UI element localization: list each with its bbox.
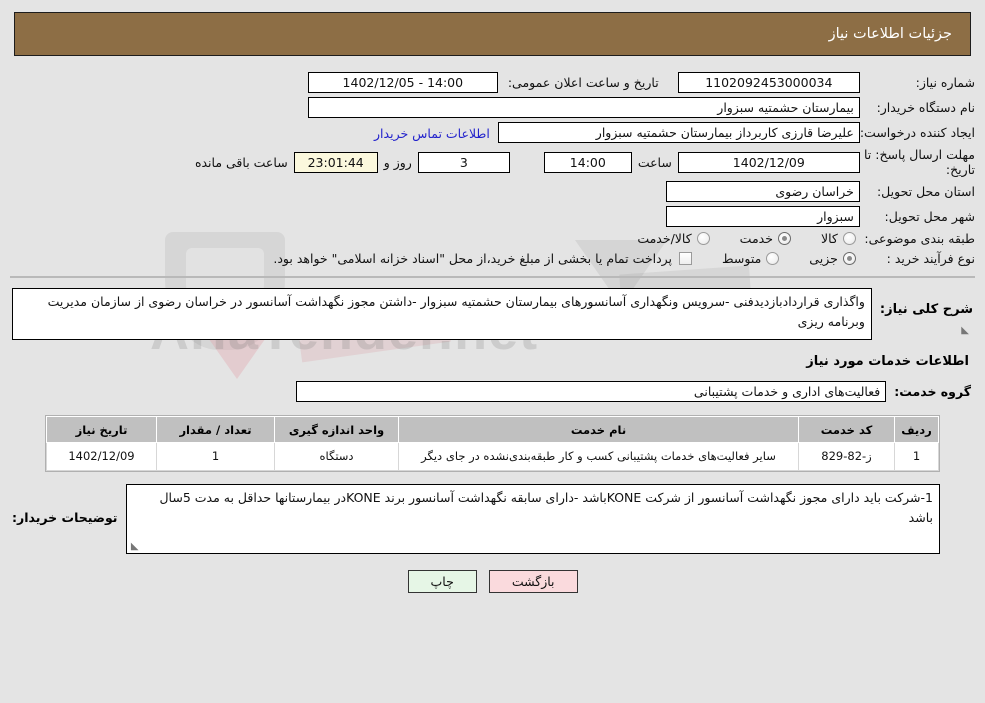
process-option-label-0: جزیی (809, 250, 838, 266)
need-number-label: شماره نیاز: (915, 74, 975, 90)
page-title: جزئیات اطلاعات نیاز (828, 26, 952, 42)
cell-need-date: 1402/12/09 (46, 442, 157, 471)
general-description-textarea[interactable]: واگذاری قراردادبازدیدفنی -سرویس ونگهداری… (12, 288, 872, 340)
buyer-notes-textarea[interactable]: 1-شرکت باید دارای مجوز نگهداشت آسانسور ا… (125, 483, 940, 554)
items-table-header-row: ردیف کد خدمت نام خدمت واحد اندازه گیری ت… (46, 416, 939, 443)
checkbox-icon[interactable] (679, 251, 693, 265)
column-header-name: نام خدمت (398, 416, 799, 443)
deadline-label-line2: تاریخ: (945, 162, 975, 177)
deadline-label: مهلت ارسال پاسخ: تا تاریخ: (860, 145, 975, 179)
process-label: نوع فرآیند خرید : (886, 250, 975, 266)
buyer-org-label: نام دستگاه خریدار: (876, 99, 975, 115)
items-table: ردیف کد خدمت نام خدمت واحد اندازه گیری ت… (46, 416, 939, 471)
process-radio-jozee[interactable]: جزیی (809, 251, 856, 266)
category-option-label-2: کالا/خدمت (637, 231, 692, 247)
form-row-need-number: شماره نیاز: 1102092453000034 تاریخ و ساع… (10, 70, 975, 95)
page-root: AriaTender.net جزئیات اطلاعات نیاز شماره… (0, 0, 985, 703)
column-header-code: کد خدمت (798, 416, 895, 443)
announcement-label: تاریخ و ساعت اعلان عمومی: (507, 74, 659, 90)
radio-circle-selected-icon[interactable] (777, 232, 791, 246)
city-label: شهر محل تحویل: (884, 208, 975, 224)
action-button-bar: بازگشت چاپ (0, 569, 985, 593)
items-table-wrapper: ردیف کد خدمت نام خدمت واحد اندازه گیری ت… (45, 415, 940, 472)
buyer-notes-row: توضیحات خریدار: 1-شرکت باید دارای مجوز ن… (12, 483, 940, 554)
deadline-date-value: 1402/12/09 (677, 151, 860, 173)
form-row-city: شهر محل تحویل: سبزوار (10, 204, 975, 229)
treasury-bond-note: پرداخت تمام یا بخشی از مبلغ خرید،از محل … (273, 250, 673, 266)
back-button[interactable]: بازگشت (488, 569, 578, 593)
deadline-fields: 1402/12/09 ساعت 14:00 3 روز و 23:01:44 س… (10, 151, 860, 173)
process-option-label-1: متوسط (722, 250, 762, 266)
deadline-label-line1: مهلت ارسال پاسخ: تا (864, 147, 975, 162)
column-header-row: ردیف (894, 416, 939, 443)
cell-service-name: سایر فعالیت‌های خدمات پشتیبانی کسب و کار… (398, 442, 799, 471)
radio-circle-icon[interactable] (766, 251, 780, 265)
countdown-label: ساعت باقی مانده (194, 154, 288, 170)
treasury-bond-checkbox-row[interactable]: پرداخت تمام یا بخشی از مبلغ خرید،از محل … (273, 250, 693, 266)
process-radio-motavaset[interactable]: متوسط (722, 250, 780, 266)
print-button[interactable]: چاپ (407, 569, 477, 593)
province-label: استان محل تحویل: (876, 183, 975, 199)
column-header-unit: واحد اندازه گیری (274, 416, 399, 443)
city-value: سبزوار (665, 206, 860, 227)
hour-label: ساعت (637, 154, 672, 170)
general-description-label: شرح کلی نیاز: (879, 302, 973, 318)
buyer-notes-text: 1-شرکت باید دارای مجوز نگهداشت آسانسور ا… (159, 489, 933, 525)
remaining-days-label: روز و (383, 154, 412, 170)
radio-circle-selected-icon[interactable] (842, 251, 856, 265)
remaining-days-value: 3 (417, 151, 510, 173)
form-row-category: طبقه بندی موضوعی: کالا خدمت کالا/خدمت (10, 229, 975, 249)
form-row-process: نوع فرآیند خرید : جزیی متوسط پرداخت تمام… (10, 249, 975, 269)
radio-circle-icon[interactable] (842, 232, 856, 246)
column-header-date: تاریخ نیاز (46, 416, 157, 443)
requester-label: ایجاد کننده درخواست: (859, 124, 975, 140)
table-row: 1 ز-82-829 سایر فعالیت‌های خدمات پشتیبان… (46, 442, 939, 471)
requester-value: علیرضا قارزی کاربرداز بیمارستان حشمتیه س… (497, 122, 860, 143)
category-radio-kala-khedmat[interactable]: کالا/خدمت (637, 231, 710, 247)
form-row-requester: ایجاد کننده درخواست: علیرضا قارزی کاربرد… (10, 120, 975, 145)
form-row-buyer-org: نام دستگاه خریدار: بیمارستان حشمتیه سبزو… (10, 95, 975, 120)
description-resize-grip-icon[interactable]: ◣ (959, 326, 969, 336)
column-header-quantity: تعداد / مقدار (156, 416, 275, 443)
category-label: طبقه بندی موضوعی: (864, 231, 975, 246)
buyer-notes-label: توضیحات خریدار: (12, 509, 118, 525)
category-option-label-1: خدمت (739, 231, 773, 247)
cell-row-number: 1 (894, 442, 939, 471)
general-description-row: شرح کلی نیاز: واگذاری قراردادبازدیدفنی -… (12, 288, 973, 340)
form-row-province: استان محل تحویل: خراسان رضوی (10, 179, 975, 204)
category-radio-kala[interactable]: کالا (821, 231, 856, 246)
announcement-value: 14:00 - 1402/12/05 (307, 72, 498, 93)
need-info-form: شماره نیاز: 1102092453000034 تاریخ و ساع… (10, 70, 975, 268)
page-header: جزئیات اطلاعات نیاز (14, 12, 971, 56)
cell-quantity: 1 (156, 442, 275, 471)
category-option-label-0: کالا (820, 231, 838, 247)
buyer-org-value: بیمارستان حشمتیه سبزوار (307, 97, 860, 118)
service-group-value: فعالیت‌های اداری و خدمات پشتیبانی (296, 381, 887, 402)
category-radio-khedmat[interactable]: خدمت (740, 231, 791, 246)
service-group-label: گروه خدمت: (894, 384, 971, 399)
radio-circle-icon[interactable] (696, 232, 710, 246)
need-number-value: 1102092453000034 (677, 72, 860, 93)
province-value: خراسان رضوی (665, 181, 860, 202)
deadline-hour-value: 14:00 (543, 151, 632, 173)
cell-unit: دستگاه (274, 442, 399, 471)
form-row-deadline: مهلت ارسال پاسخ: تا تاریخ: 1402/12/09 سا… (10, 145, 975, 179)
countdown-timer-value: 23:01:44 (293, 151, 378, 173)
buyer-contact-link[interactable]: اطلاعات تماس خریدار (374, 126, 490, 141)
process-radio-group: جزیی متوسط پرداخت تمام یا بخشی از مبلغ خ… (10, 251, 860, 266)
notes-resize-grip-icon[interactable]: ◣ (129, 541, 139, 552)
services-section-heading: اطلاعات خدمات مورد نیاز (806, 354, 969, 369)
category-radio-group: کالا خدمت کالا/خدمت (10, 231, 860, 246)
service-group-row: گروه خدمت: فعالیت‌های اداری و خدمات پشتی… (12, 381, 971, 402)
need-info-panel: شماره نیاز: 1102092453000034 تاریخ و ساع… (10, 70, 975, 279)
cell-service-code: ز-82-829 (798, 442, 895, 471)
